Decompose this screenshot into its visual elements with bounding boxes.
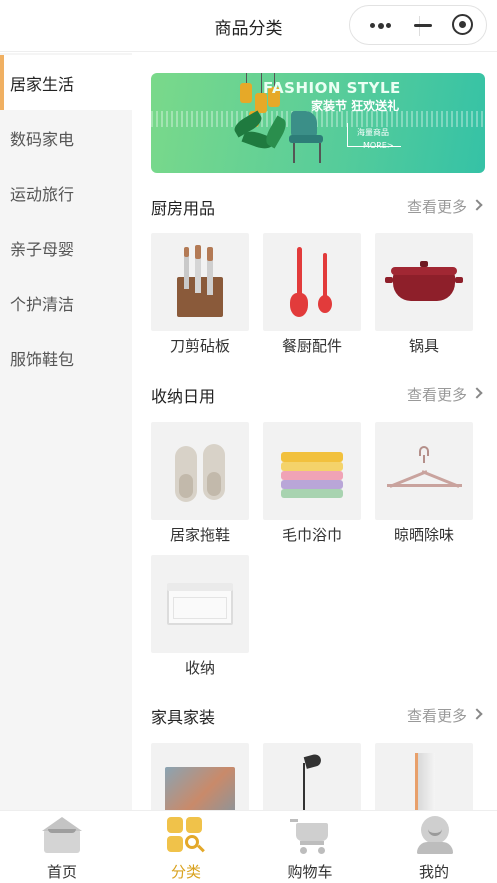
sidebar-item-label: 运动旅行 — [10, 185, 75, 204]
cookware-pot-image — [375, 233, 473, 331]
tab-cart[interactable]: 购物车 — [248, 811, 372, 883]
sidebar-item-label: 个护清洁 — [10, 295, 75, 314]
view-more-link[interactable]: 查看更多 — [407, 384, 467, 405]
lamp-icon — [240, 83, 252, 103]
chair-icon — [291, 111, 317, 137]
sidebar-item-personal-care[interactable]: 个护清洁 — [0, 275, 132, 330]
cart-icon — [290, 817, 332, 855]
sidebar-item-parent-baby[interactable]: 亲子母婴 — [0, 220, 132, 275]
section-header-furniture: 家具家装 查看更多 — [151, 704, 485, 728]
tile-label: 锅具 — [408, 337, 439, 355]
banner-subtitle: 家装节 狂欢送礼 — [311, 99, 400, 113]
knife-block-image — [151, 233, 249, 331]
close-target-icon[interactable] — [436, 6, 482, 44]
sidebar-item-label: 居家生活 — [10, 75, 75, 94]
sidebar-item-label: 数码家电 — [10, 130, 75, 149]
slippers-image — [151, 422, 249, 520]
category-sidebar: 居家生活 数码家电 运动旅行 亲子母婴 个护清洁 服饰鞋包 — [0, 53, 132, 810]
section-title: 家具家装 — [151, 708, 216, 727]
sidebar-item-apparel[interactable]: 服饰鞋包 — [0, 330, 132, 385]
towels-image — [263, 422, 361, 520]
nav-bar: 商品分类 — [0, 0, 497, 52]
view-more-link[interactable]: 查看更多 — [407, 705, 467, 726]
home-icon — [42, 817, 82, 855]
tab-home[interactable]: 首页 — [0, 811, 124, 883]
banner-title: FASHION STYLE — [263, 79, 401, 97]
view-more-link[interactable]: 查看更多 — [407, 196, 467, 217]
rug-image — [151, 743, 249, 810]
tab-label: 首页 — [46, 863, 77, 881]
sidebar-item-digital[interactable]: 数码家电 — [0, 110, 132, 165]
tile-label: 毛巾浴巾 — [281, 526, 342, 544]
sidebar-item-sports-travel[interactable]: 运动旅行 — [0, 165, 132, 220]
mini-program-capsule — [349, 5, 487, 45]
banner-more-link[interactable]: MORE> — [363, 141, 394, 150]
promo-banner[interactable]: FASHION STYLE 家装节 狂欢送礼 海量商品 MORE> — [151, 73, 485, 173]
profile-icon — [417, 816, 453, 856]
floor-mirror-image — [375, 743, 473, 810]
sidebar-item-label: 亲子母婴 — [10, 240, 75, 259]
category-icon — [167, 817, 205, 855]
category-content: FASHION STYLE 家装节 狂欢送礼 海量商品 MORE> 厨房用品 查… — [132, 53, 497, 810]
tile-label: 刀剪砧板 — [169, 337, 230, 355]
tab-label: 购物车 — [287, 863, 333, 881]
tab-category[interactable]: 分类 — [124, 811, 248, 883]
clothes-hanger-image — [375, 422, 473, 520]
floor-lamp-image — [263, 743, 361, 810]
sidebar-item-home-living[interactable]: 居家生活 — [0, 55, 132, 110]
section-header-kitchen: 厨房用品 查看更多 — [151, 195, 485, 219]
chevron-right-icon[interactable] — [471, 199, 483, 211]
bottom-tab-bar: 首页 分类 购物车 我的 — [0, 810, 497, 883]
section-title: 收纳日用 — [151, 387, 216, 406]
tab-label: 分类 — [170, 863, 201, 881]
tab-profile[interactable]: 我的 — [372, 811, 496, 883]
chevron-right-icon[interactable] — [471, 708, 483, 720]
tile-label: 居家拖鞋 — [169, 526, 230, 544]
chevron-right-icon[interactable] — [471, 387, 483, 399]
sidebar-item-label: 服饰鞋包 — [10, 350, 75, 369]
banner-tag: 海量商品 — [357, 128, 389, 137]
tile-label: 餐厨配件 — [281, 337, 342, 355]
tab-label: 我的 — [418, 863, 449, 881]
section-header-storage: 收纳日用 查看更多 — [151, 383, 485, 407]
category-page: 商品分类 居家生活 数码家电 运动旅行 亲子母婴 个护清洁 服饰鞋包 FASHI… — [0, 0, 497, 883]
storage-box-image — [151, 555, 249, 653]
tile-label: 晾晒除味 — [393, 526, 454, 544]
tile-label: 收纳 — [184, 659, 215, 677]
section-title: 厨房用品 — [151, 199, 216, 218]
more-dots-icon[interactable] — [356, 6, 402, 44]
kitchen-utensil-image — [263, 233, 361, 331]
